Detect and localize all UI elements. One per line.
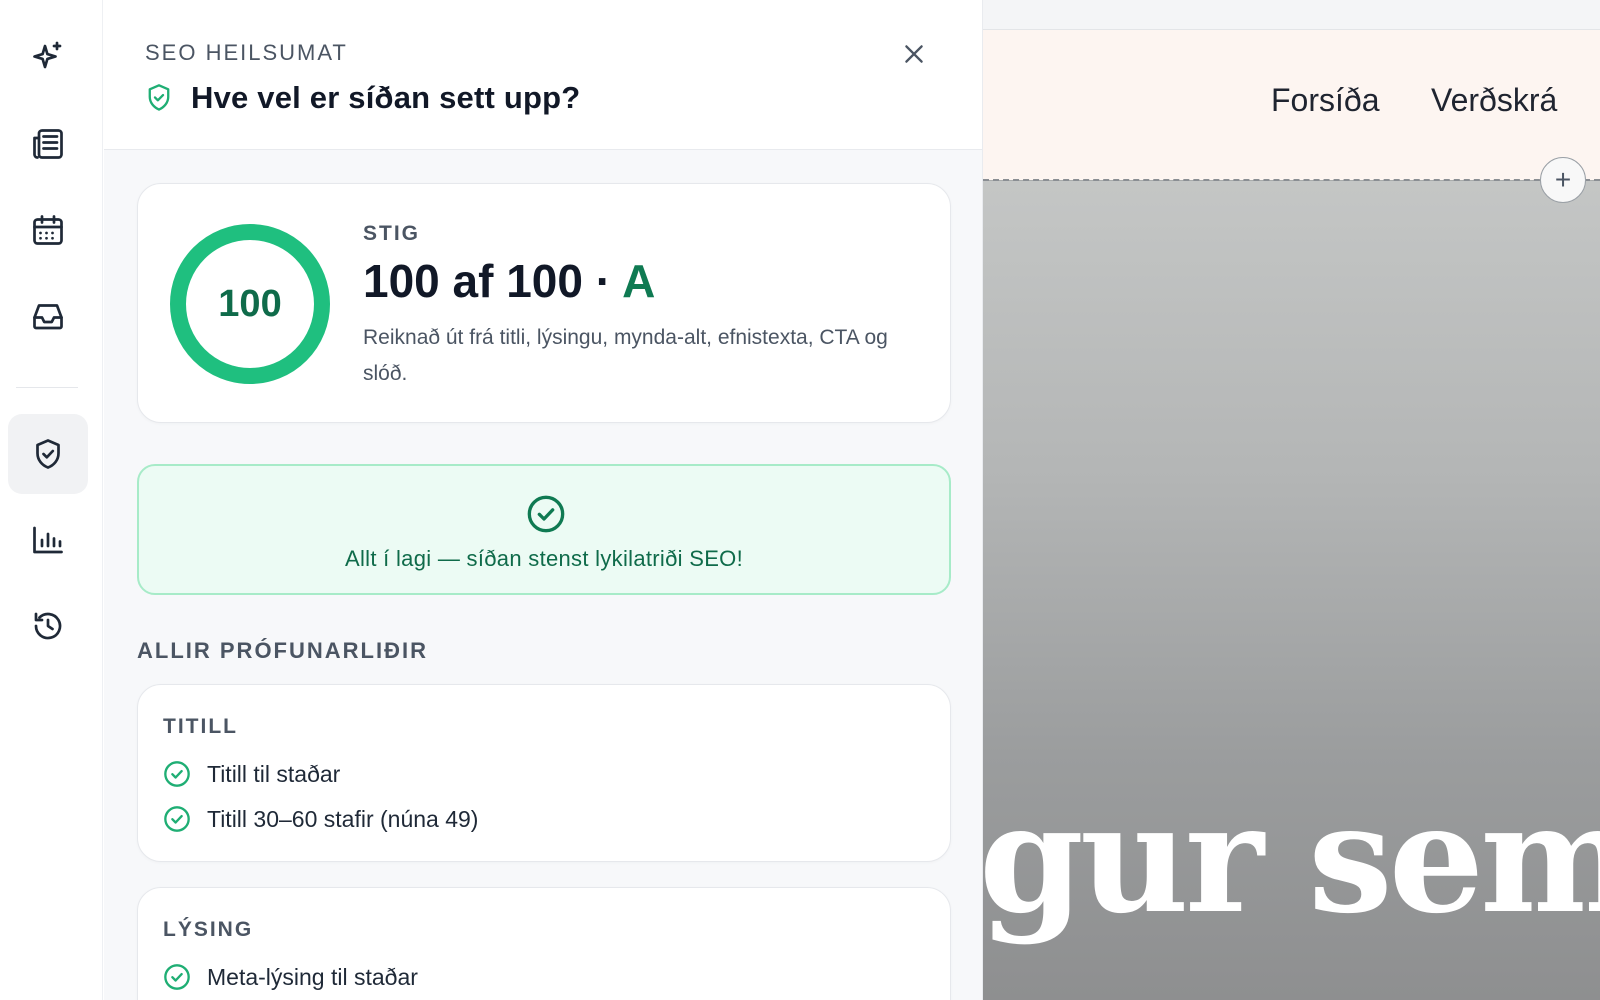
score-label: STIG: [363, 222, 421, 245]
check-item-label: Titill til staðar: [207, 760, 341, 787]
check-item: Titill til staðar: [163, 760, 340, 788]
inbox-icon: [33, 304, 63, 330]
status-banner-text: Allt í lagi — síðan stenst lykilatriði S…: [344, 546, 744, 571]
close-button[interactable]: [894, 34, 934, 74]
score-summary: 100 af 100 · A: [363, 254, 655, 308]
calendar-icon: [33, 215, 63, 245]
section-divider: [983, 179, 1600, 181]
score-description: Reiknað út frá titli, lýsingu, mynda-alt…: [363, 326, 888, 385]
sparkles-icon: [33, 41, 62, 69]
shield-check-icon: [36, 439, 60, 469]
check-circle-icon: [164, 806, 190, 832]
preview-toolbar: [983, 0, 1600, 30]
panel-header: SEO HEILSUMAT Hve vel er síðan sett upp?: [104, 0, 982, 150]
rail-item-seo[interactable]: [8, 414, 88, 494]
check-group-title: TITILL Titill til staðar Titill 30–60 st…: [137, 684, 951, 862]
shield-check-icon: [148, 84, 170, 111]
score-value-text: 100 af 100 ·: [363, 255, 623, 307]
app-root: SEO HEILSUMAT Hve vel er síðan sett upp?…: [0, 0, 1600, 1000]
score-ring-value: 100: [218, 282, 282, 325]
panel-title-row: Hve vel er síðan sett upp?: [145, 80, 580, 116]
check-group-heading: LÝSING: [163, 918, 254, 941]
rail-item-inbox[interactable]: [8, 276, 88, 356]
seo-panel: SEO HEILSUMAT Hve vel er síðan sett upp?…: [104, 0, 983, 1000]
hero-image: gur sem g: [983, 181, 1600, 1000]
check-circle-icon: [164, 761, 190, 787]
add-section-button[interactable]: +: [1540, 157, 1586, 203]
score-grade: A: [622, 255, 656, 307]
panel-title: Hve vel er síðan sett upp?: [191, 80, 581, 115]
check-item-label: Meta-lýsing til staðar: [207, 963, 418, 990]
rail-item-calendar[interactable]: [8, 190, 88, 270]
checks-section-title: ALLIR PRÓFUNARLIÐIR: [137, 638, 428, 663]
rail-item-history[interactable]: [8, 586, 88, 666]
hero-heading: gur sem g: [983, 771, 1600, 947]
check-group-heading: TITILL: [163, 715, 238, 738]
check-circle-icon: [527, 495, 565, 533]
rail-divider: [16, 387, 78, 388]
nav-link-home[interactable]: Forsíða: [1271, 82, 1379, 119]
site-preview: Forsíða Verðskrá gur sem g +: [983, 0, 1600, 1000]
bar-chart-icon: [33, 526, 63, 554]
check-item-label: Titill 30–60 stafir (núna 49): [207, 805, 479, 832]
check-circle-icon: [164, 964, 190, 990]
score-card: 100 STIG 100 af 100 · A Reiknað út frá t…: [137, 183, 951, 423]
nav-link-pricing[interactable]: Verðskrá: [1431, 82, 1557, 119]
history-icon: [34, 612, 62, 640]
close-icon: [905, 45, 923, 63]
rail-item-posts[interactable]: [8, 104, 88, 184]
left-rail: [0, 0, 103, 1000]
site-nav: Forsíða Verðskrá: [983, 30, 1600, 180]
rail-item-analytics[interactable]: [8, 500, 88, 580]
check-item: Meta-lýsing til staðar: [163, 963, 418, 991]
rail-item-ai[interactable]: [8, 18, 88, 98]
check-group-description: LÝSING Meta-lýsing til staðar: [137, 887, 951, 1000]
panel-eyebrow: SEO HEILSUMAT: [145, 40, 348, 65]
newspaper-icon: [33, 129, 63, 159]
status-banner: Allt í lagi — síðan stenst lykilatriði S…: [137, 464, 951, 595]
check-item: Titill 30–60 stafir (núna 49): [163, 805, 478, 833]
